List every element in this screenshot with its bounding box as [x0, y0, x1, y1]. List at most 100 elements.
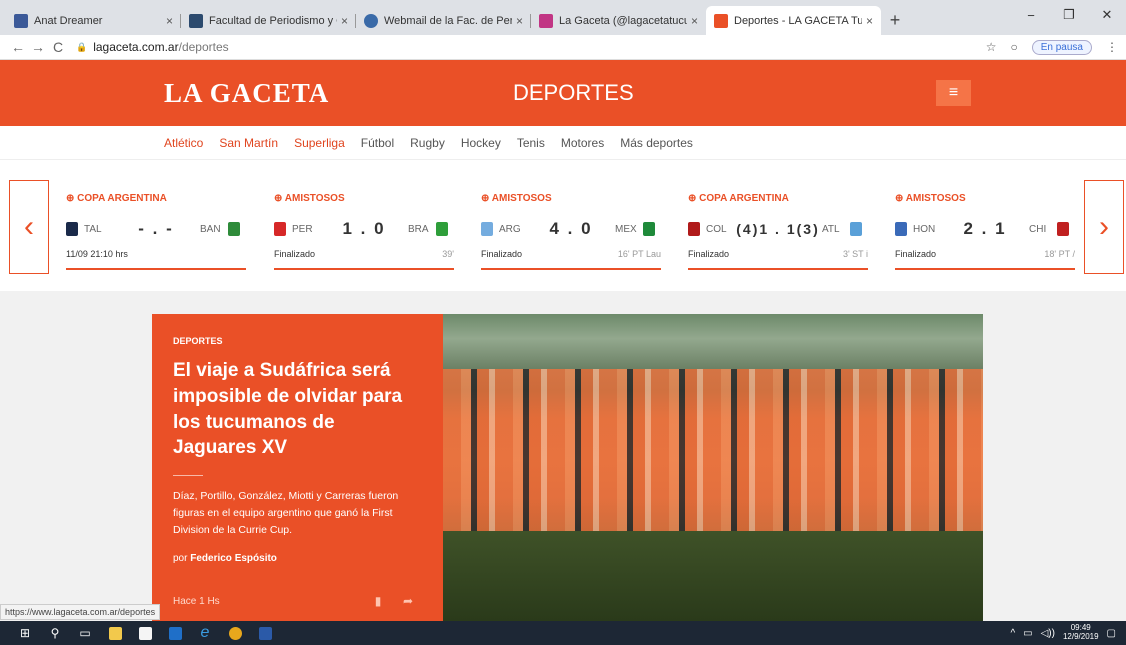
subnav-item-atletico[interactable]: Atlético [164, 136, 203, 150]
story-kicker: DEPORTES [173, 336, 223, 346]
edge-icon[interactable]: e [190, 621, 220, 645]
bookmark-star-icon[interactable]: ☆ [986, 40, 997, 54]
team-crest-icon [688, 222, 700, 236]
share-icon[interactable]: ➦ [393, 594, 423, 608]
lagaceta-icon [714, 13, 728, 28]
browser-tab-bar: Anat Dreamer× Facultad de Periodismo y C… [0, 0, 1126, 35]
carousel-next-button[interactable]: › [1084, 180, 1124, 274]
windows-taskbar: ⊞ ⚲ ▭ e ^ ▭ ◁)) 09:49 12/9/2019 ▢ [0, 621, 1126, 645]
competition-label: AMISTOSOS [895, 193, 1075, 207]
notifications-icon[interactable]: ▢ [1107, 628, 1116, 639]
close-window-icon[interactable]: ✕ [1088, 0, 1126, 30]
system-tray: ^ ▭ ◁)) 09:49 12/9/2019 ▢ [1010, 623, 1126, 642]
extension-icon[interactable]: ○ [1010, 40, 1017, 54]
subnav-item-hockey[interactable]: Hockey [461, 136, 501, 150]
file-explorer-icon[interactable] [100, 621, 130, 645]
match-card[interactable]: COPA ARGENTINA COL(4)1 . 1(3)ATL Finaliz… [688, 193, 868, 270]
flag-icon [274, 222, 286, 236]
subnav-item-motores[interactable]: Motores [561, 136, 604, 150]
site-logo[interactable]: LA GACETA [164, 78, 329, 109]
outlook-icon[interactable] [160, 621, 190, 645]
story-time: Hace 1 Hs [173, 595, 220, 607]
sync-paused-button[interactable]: En pausa [1031, 39, 1092, 55]
browser-tab[interactable]: Anat Dreamer × [6, 6, 181, 35]
sports-subnav: Atlético San Martín Superliga Fútbol Rug… [0, 126, 1126, 160]
subnav-item-mas-deportes[interactable]: Más deportes [620, 136, 693, 150]
carousel-prev-button[interactable]: ‹ [9, 180, 49, 274]
subnav-item-san-martin[interactable]: San Martín [219, 136, 278, 150]
new-tab-button[interactable]: + [881, 6, 909, 35]
search-icon[interactable]: ⚲ [40, 621, 70, 645]
team-crest-icon [228, 222, 240, 236]
match-score: - . - [138, 219, 174, 238]
scoreboard-carousel: ‹ COPA ARGENTINA TAL- . -BAN 11/09 21:10… [0, 160, 1126, 293]
match-status: Finalizado [895, 249, 937, 259]
competition-label: AMISTOSOS [274, 193, 454, 207]
match-score: (4)1 . 1(3) [736, 221, 820, 237]
bookmark-icon[interactable]: ▮ [363, 594, 393, 608]
volume-icon[interactable]: ◁)) [1041, 628, 1055, 639]
close-tab-icon[interactable]: × [166, 14, 173, 28]
story-meta: Hace 1 Hs ▮ ➦ [173, 581, 423, 621]
facebook-icon [14, 13, 28, 28]
chevron-up-icon[interactable]: ^ [1010, 628, 1015, 639]
subnav-item-tenis[interactable]: Tenis [517, 136, 545, 150]
team-photo-players [443, 369, 983, 539]
author-name[interactable]: Federico Espósito [190, 553, 277, 564]
subnav-item-rugby[interactable]: Rugby [410, 136, 445, 150]
match-card[interactable]: COPA ARGENTINA TAL- . -BAN 11/09 21:10 h… [66, 193, 246, 270]
back-icon[interactable]: ← [8, 39, 28, 55]
match-status: 11/09 21:10 hrs [66, 249, 128, 259]
restore-icon[interactable]: ❐ [1050, 0, 1088, 30]
match-card[interactable]: AMISTOSOS HON2 . 1CHI Finalizado18' PT / [895, 193, 1075, 270]
flag-icon [643, 222, 655, 236]
chrome-icon[interactable] [220, 621, 250, 645]
browser-tab[interactable]: La Gaceta (@lagacetatucuman) ·× [531, 6, 706, 35]
story-headline[interactable]: El viaje a Sudáfrica será imposible de o… [173, 358, 422, 461]
network-icon[interactable]: ▭ [1023, 628, 1032, 639]
close-tab-icon[interactable]: × [866, 14, 873, 28]
faculty-icon [189, 13, 203, 28]
match-score: 1 . 0 [342, 219, 386, 238]
competition-label: COPA ARGENTINA [66, 193, 246, 207]
hamburger-menu-icon[interactable]: ≡ [936, 80, 971, 106]
flag-icon [895, 222, 907, 236]
story-lead: Díaz, Portillo, González, Miotti y Carre… [173, 490, 399, 536]
match-card[interactable]: AMISTOSOS ARG4 . 0MEX Finalizado16' PT L… [481, 193, 661, 270]
story-photo[interactable] [443, 314, 983, 621]
competition-label: COPA ARGENTINA [688, 193, 868, 207]
window-controls: − ❐ ✕ [1012, 0, 1126, 30]
lock-icon: 🔒 [76, 41, 88, 52]
match-card[interactable]: AMISTOSOS PER1 . 0BRA Finalizado39' [274, 193, 454, 270]
flag-icon [1057, 222, 1069, 236]
browser-tab-active[interactable]: Deportes - LA GACETA Tucumán× [706, 6, 881, 35]
match-score: 4 . 0 [549, 219, 593, 238]
word-icon[interactable] [250, 621, 280, 645]
store-icon[interactable] [130, 621, 160, 645]
competition-label: AMISTOSOS [481, 193, 661, 207]
status-bar-url: https://www.lagaceta.com.ar/deportes [0, 604, 161, 620]
address-bar: ← → C 🔒 lagaceta.com.ar/deportes ☆ ○ En … [0, 35, 1126, 60]
story-panel[interactable]: DEPORTES El viaje a Sudáfrica será impos… [152, 314, 443, 621]
windows-start-icon[interactable]: ⊞ [10, 621, 40, 645]
close-tab-icon[interactable]: × [516, 14, 523, 28]
task-view-icon[interactable]: ▭ [70, 621, 100, 645]
url-field[interactable]: 🔒 lagaceta.com.ar/deportes [76, 40, 986, 54]
match-score: 2 . 1 [963, 219, 1007, 238]
more-menu-icon[interactable]: ⋮ [1106, 40, 1118, 54]
close-tab-icon[interactable]: × [341, 14, 348, 28]
site-header: LA GACETA DEPORTES ≡ [0, 60, 1126, 126]
minimize-icon[interactable]: − [1012, 0, 1050, 30]
browser-tab[interactable]: Webmail de la Fac. de Periodism× [356, 6, 531, 35]
forward-icon[interactable]: → [28, 39, 48, 55]
team-crest-icon [850, 222, 862, 236]
reload-icon[interactable]: C [48, 39, 68, 55]
section-title: DEPORTES [513, 80, 634, 105]
match-status: Finalizado [274, 249, 316, 259]
match-status: Finalizado [481, 249, 523, 259]
subnav-item-futbol[interactable]: Fútbol [361, 136, 394, 150]
clock[interactable]: 09:49 12/9/2019 [1063, 623, 1099, 642]
subnav-item-superliga[interactable]: Superliga [294, 136, 345, 150]
close-tab-icon[interactable]: × [691, 14, 698, 28]
browser-tab[interactable]: Facultad de Periodismo y Comun× [181, 6, 356, 35]
